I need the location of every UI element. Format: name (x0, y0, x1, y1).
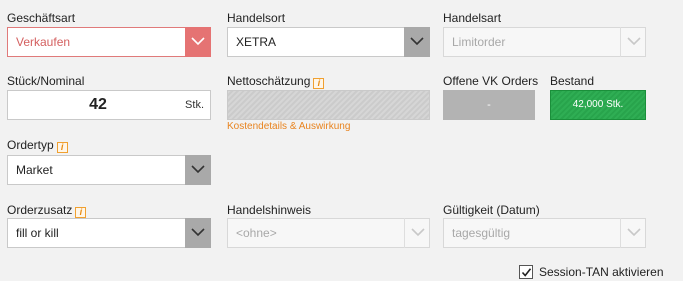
stueck-label: Stück/Nominal (7, 74, 85, 88)
offene-orders-button[interactable]: - (443, 90, 535, 120)
handelsort-label: Handelsort (227, 11, 286, 25)
session-tan-checkbox[interactable] (519, 265, 533, 279)
kostendetails-link[interactable]: Kostendetails & Auswirkung (227, 121, 350, 132)
nettoschaetzung-label-text: Nettoschätzung (227, 74, 311, 88)
nettoschaetzung-field (227, 90, 430, 120)
info-icon[interactable]: i (75, 207, 87, 218)
nettoschaetzung-label: Nettoschätzung i (227, 74, 325, 89)
handelshinweis-select: <ohne> (227, 218, 430, 248)
quantity-unit: Stk. (185, 99, 204, 111)
chevron-down-icon (404, 218, 430, 248)
handelshinweis-value: <ohne> (236, 226, 277, 240)
geschaeftsart-select[interactable]: Verkaufen (7, 27, 211, 57)
session-tan-label[interactable]: Session-TAN aktivieren (539, 265, 664, 279)
handelsort-value: XETRA (236, 35, 277, 49)
ordertyp-label-text: Ordertyp (7, 138, 54, 152)
orderzusatz-label-text: Orderzusatz (7, 203, 73, 217)
chevron-down-icon[interactable] (185, 155, 211, 185)
info-icon[interactable]: i (56, 142, 68, 153)
orderzusatz-label: Orderzusatz i (7, 203, 87, 218)
handelsart-label: Handelsart (443, 11, 502, 25)
handelsort-select[interactable]: XETRA (227, 27, 430, 57)
quantity-value: 42 (89, 96, 107, 113)
gueltigkeit-select: tagesgültig (443, 218, 646, 248)
checkmark-icon (521, 268, 532, 277)
gueltigkeit-value: tagesgültig (452, 226, 511, 240)
ordertyp-label: Ordertyp i (7, 138, 68, 153)
chevron-down-icon (620, 27, 646, 57)
chevron-down-icon[interactable] (404, 27, 430, 57)
geschaeftsart-value: Verkaufen (16, 35, 71, 49)
gueltigkeit-label: Gültigkeit (Datum) (443, 203, 540, 217)
handelsart-select: Limitorder (443, 27, 646, 57)
quantity-input[interactable]: 42 Stk. (7, 90, 211, 120)
orderzusatz-value: fill or kill (16, 226, 59, 240)
chevron-down-icon[interactable] (185, 218, 211, 248)
bestand-button[interactable]: 42,000 Stk. (550, 90, 646, 120)
orderzusatz-select[interactable]: fill or kill (7, 218, 211, 248)
handelsart-value: Limitorder (452, 35, 506, 49)
chevron-down-icon[interactable] (185, 27, 211, 57)
ordertyp-value: Market (16, 163, 53, 177)
bestand-label: Bestand (550, 74, 595, 88)
geschaeftsart-label: Geschäftsart (7, 11, 76, 25)
chevron-down-icon (620, 218, 646, 248)
info-icon[interactable]: i (313, 78, 325, 89)
offene-orders-label: Offene VK Orders (443, 74, 539, 88)
ordertyp-select[interactable]: Market (7, 155, 211, 185)
handelshinweis-label: Handelshinweis (227, 203, 312, 217)
